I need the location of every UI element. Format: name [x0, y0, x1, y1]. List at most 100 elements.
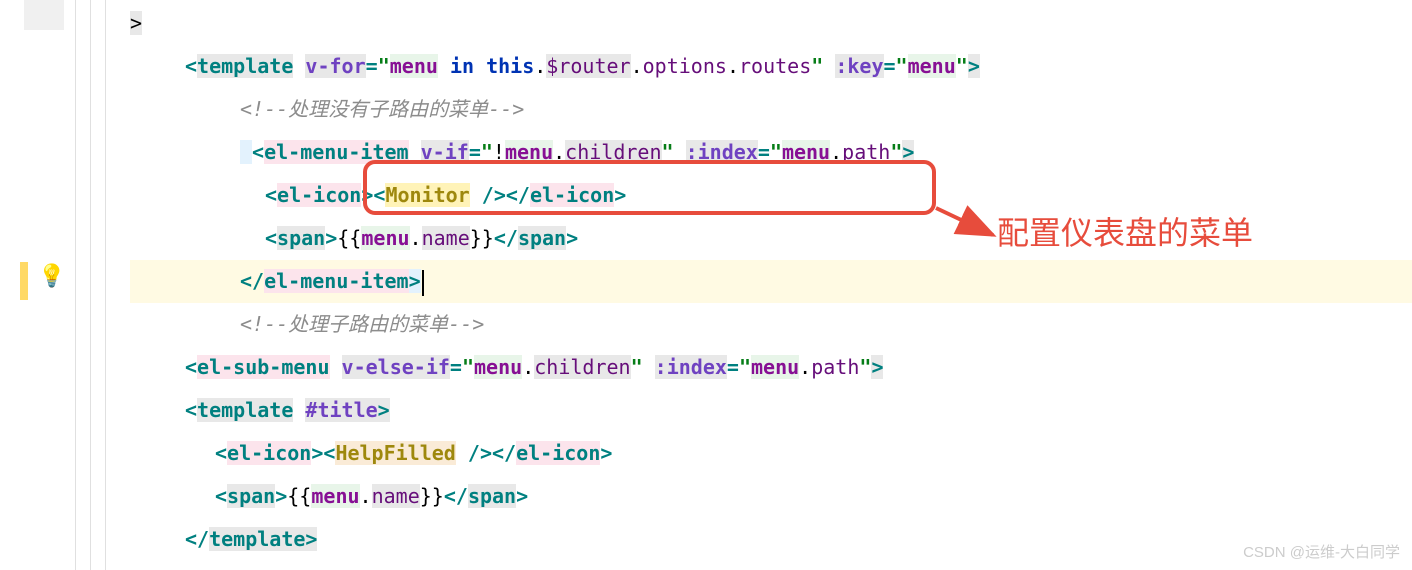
tag-name: template [209, 527, 305, 551]
tag-name: template [197, 54, 293, 78]
attr-name: #title [305, 398, 377, 422]
tag-name: el-icon [516, 441, 600, 465]
attr-name: :key [835, 54, 883, 78]
bracket: < [252, 140, 264, 164]
bracket: > [130, 11, 142, 35]
code-editor[interactable]: 💡 > <template v-for="menu in this.$route… [0, 0, 1412, 570]
prop: name [422, 226, 470, 250]
bracket: > [516, 484, 528, 508]
bracket: > [566, 226, 578, 250]
code-line-current[interactable]: </el-menu-item> [130, 260, 1412, 303]
equals: = [884, 54, 896, 78]
bracket: </ [506, 183, 530, 207]
quote: " [896, 54, 908, 78]
prop: routes [739, 54, 811, 78]
bracket: </ [492, 441, 516, 465]
bracket: > [871, 355, 883, 379]
var: menu [782, 140, 830, 164]
bracket: < [265, 183, 277, 207]
bracket: </ [494, 226, 518, 250]
dot: . [799, 355, 811, 379]
prop: children [565, 140, 661, 164]
bracket: </ [444, 484, 468, 508]
bracket: > [325, 226, 337, 250]
code-line[interactable]: <el-sub-menu v-else-if="menu.children" :… [130, 346, 1412, 389]
equals: = [758, 140, 770, 164]
code-line[interactable]: <el-menu-item v-if="!menu.children" :ind… [130, 131, 1412, 174]
annotation-label: 配置仪表盘的菜单 [997, 208, 1253, 254]
dot: . [360, 484, 372, 508]
var: menu [505, 140, 553, 164]
dot: . [553, 140, 565, 164]
lightbulb-icon[interactable]: 💡 [38, 264, 65, 289]
prop: name [372, 484, 420, 508]
dot: . [830, 140, 842, 164]
bracket: < [215, 484, 227, 508]
bracket: > [600, 441, 612, 465]
indent-guide [75, 0, 76, 570]
neg: ! [493, 140, 505, 164]
var: menu [751, 355, 799, 379]
bracket: < [185, 398, 197, 422]
self-close: /> [470, 183, 506, 207]
bracket: > [361, 183, 373, 207]
bracket: > [902, 140, 914, 164]
code-line[interactable]: <template v-for="menu in this.$router.op… [130, 45, 1412, 88]
bracket: </ [185, 527, 209, 551]
tag-name: template [197, 398, 293, 422]
equals: = [450, 355, 462, 379]
quote: " [811, 54, 823, 78]
indent-guide [105, 0, 106, 570]
bracket: > [614, 183, 626, 207]
bracket: < [185, 54, 197, 78]
attr-name: v-else-if [342, 355, 450, 379]
keyword: in [438, 54, 486, 78]
bracket: < [323, 441, 335, 465]
editor-gutter: 💡 [0, 0, 130, 570]
comment: <!--处理没有子路由的菜单--> [240, 97, 524, 121]
bracket: > [305, 527, 317, 551]
prop: options [643, 54, 727, 78]
bracket: < [373, 183, 385, 207]
dot: . [522, 355, 534, 379]
tag-name: el-sub-menu [197, 355, 329, 379]
equals: = [366, 54, 378, 78]
quote: " [378, 54, 390, 78]
code-line[interactable]: > [130, 2, 1412, 45]
prop: $router [546, 54, 630, 78]
tag-name: el-menu-item [264, 269, 409, 293]
expr-close: }} [420, 484, 444, 508]
var: menu [361, 226, 409, 250]
dot: . [631, 54, 643, 78]
tag-name: span [227, 484, 275, 508]
bracket: </ [240, 269, 264, 293]
code-line[interactable]: <span>{{menu.name}}</span> [130, 475, 1412, 518]
tag-name: el-icon [277, 183, 361, 207]
quote: " [956, 54, 968, 78]
dot: . [410, 226, 422, 250]
prop: path [811, 355, 859, 379]
selection-start [240, 140, 252, 164]
dot: . [727, 54, 739, 78]
code-line[interactable]: <el-icon><HelpFilled /></el-icon> [130, 432, 1412, 475]
bracket: > [378, 398, 390, 422]
attr-name: v-if [421, 140, 469, 164]
code-line[interactable]: <template #title> [130, 389, 1412, 432]
text-cursor [422, 270, 424, 296]
code-line[interactable]: <!--处理子路由的菜单--> [130, 303, 1412, 346]
bracket: > [968, 54, 980, 78]
bracket: < [215, 441, 227, 465]
attr-name: :index [655, 355, 727, 379]
code-content[interactable]: > <template v-for="menu in this.$router.… [130, 0, 1412, 570]
code-line[interactable]: </template> [130, 518, 1412, 561]
tag-name: span [518, 226, 566, 250]
indent-guide [90, 0, 91, 570]
quote: " [890, 140, 902, 164]
code-line[interactable]: <!--处理没有子路由的菜单--> [130, 88, 1412, 131]
tag-name: el-icon [227, 441, 311, 465]
bracket: > [275, 484, 287, 508]
tag-name: el-icon [530, 183, 614, 207]
change-marker [20, 262, 28, 300]
comment: <!--处理子路由的菜单--> [240, 312, 484, 336]
expr-open: {{ [287, 484, 311, 508]
